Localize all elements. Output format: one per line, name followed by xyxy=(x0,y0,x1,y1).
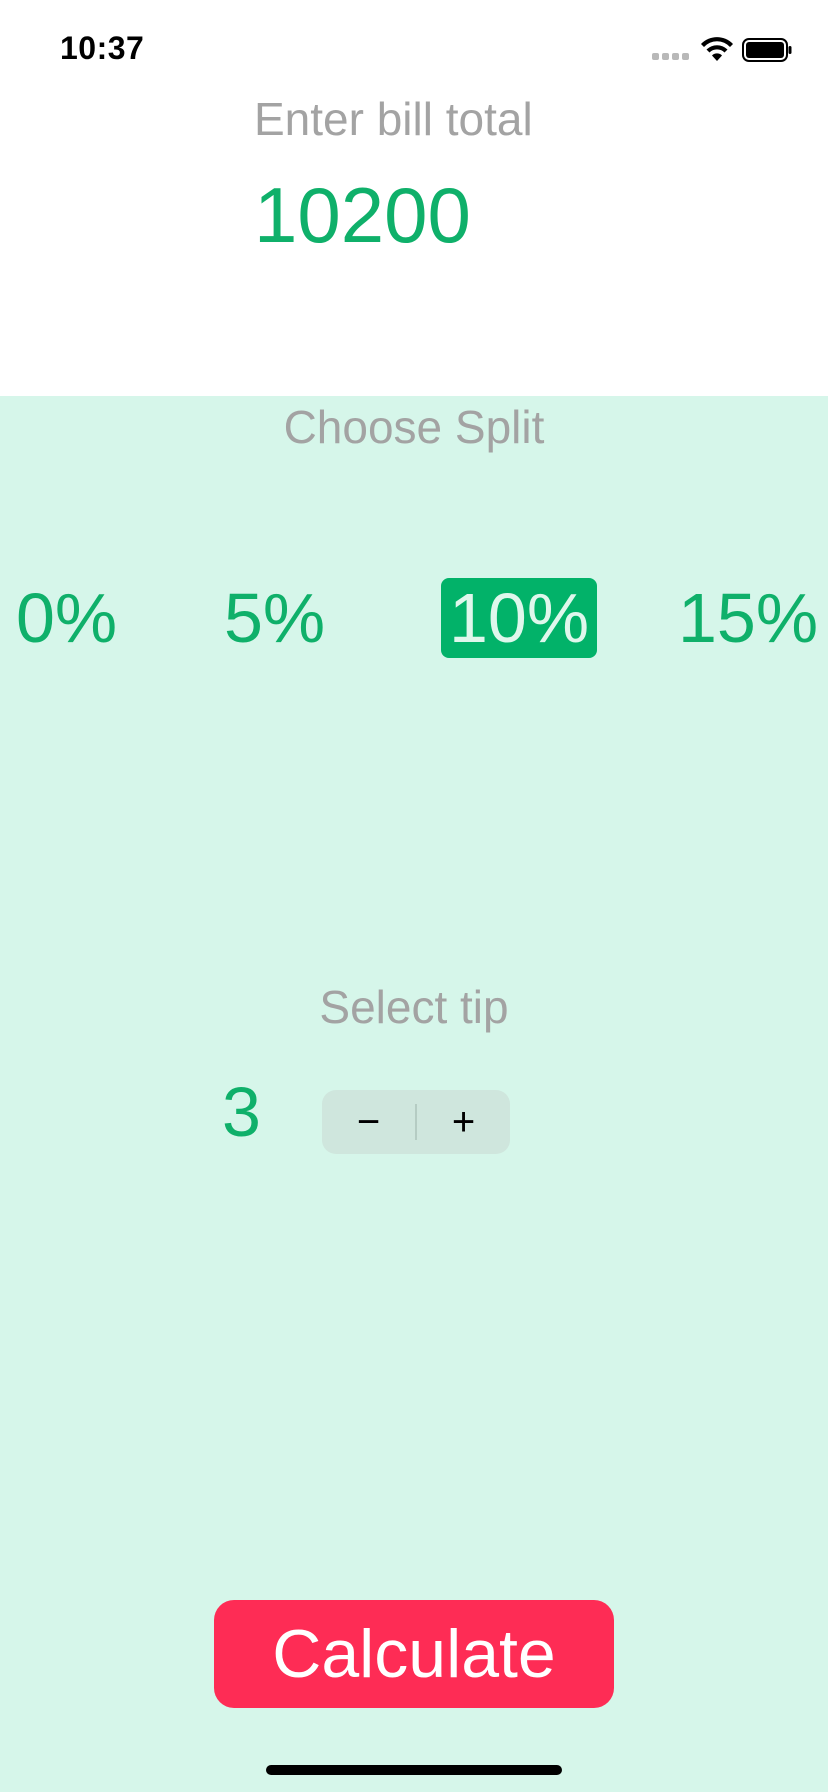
split-option-0[interactable]: 0% xyxy=(16,578,117,658)
calculate-button[interactable]: Calculate xyxy=(214,1600,614,1708)
home-indicator xyxy=(266,1765,562,1775)
status-time: 10:37 xyxy=(60,30,145,66)
split-segmented-control: 0% 5% 10% 15% xyxy=(0,578,828,664)
status-bar: 10:37 xyxy=(0,0,828,96)
wifi-icon xyxy=(701,37,733,61)
split-option-5[interactable]: 5% xyxy=(224,578,325,658)
tip-stepper: − + xyxy=(322,1090,510,1154)
cellular-signal-icon xyxy=(652,53,689,60)
bill-label: Enter bill total xyxy=(254,93,533,145)
increment-button[interactable]: + xyxy=(417,1090,510,1154)
split-label: Choose Split xyxy=(283,401,545,453)
bill-total-input[interactable] xyxy=(254,170,614,260)
battery-icon xyxy=(742,38,792,62)
decrement-button[interactable]: − xyxy=(322,1090,415,1154)
split-option-10[interactable]: 10% xyxy=(441,578,598,658)
split-option-15[interactable]: 15% xyxy=(678,578,818,658)
tip-value: 3 xyxy=(222,1073,261,1151)
tip-label: Select tip xyxy=(319,981,509,1033)
